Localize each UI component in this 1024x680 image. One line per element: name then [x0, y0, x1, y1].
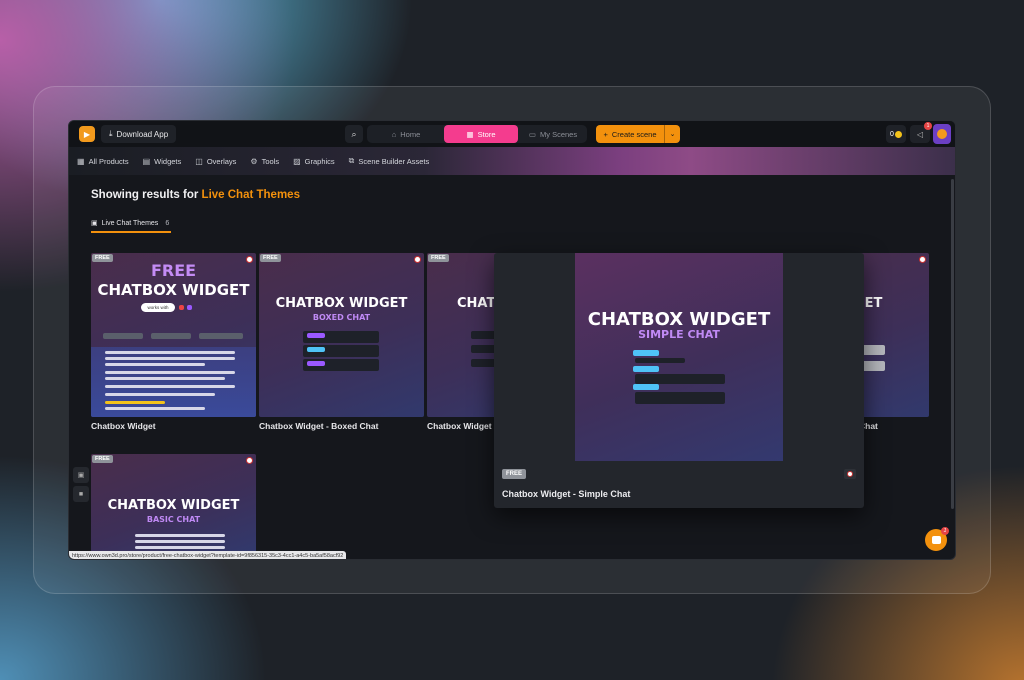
image-icon: ▨ — [293, 156, 301, 166]
chat-icon: ▣ — [91, 220, 98, 227]
scene-icon: ⧉ — [348, 156, 355, 165]
product-thumbnail: FREE FREE CHATBOX WIDGET works with — [91, 253, 256, 417]
chat-icon[interactable]: ▣ — [73, 467, 89, 483]
chat-bubble-icon — [931, 536, 941, 544]
results-heading: Showing results for Live Chat Themes — [91, 189, 300, 201]
avatar[interactable] — [933, 124, 951, 144]
product-thumbnail: FREE CHATBOX WIDGET BOXED CHAT — [259, 253, 424, 417]
category-scene-builder-assets[interactable]: ⧉ Scene Builder Assets — [349, 156, 430, 166]
store-icon: ▦ — [466, 129, 474, 139]
product-card[interactable]: FREE FREE CHATBOX WIDGET works with Chat… — [91, 253, 256, 431]
tab-my-scenes[interactable]: ▭ My Scenes — [522, 125, 584, 143]
works-with-pill: works with — [141, 303, 175, 312]
tab-store[interactable]: ▦ Store — [444, 125, 518, 143]
free-badge: FREE — [502, 469, 527, 479]
widget-icon: ▤ — [142, 156, 151, 166]
product-card[interactable]: FREE CHATBOX WIDGET BASIC CHAT — [91, 454, 256, 554]
filter-tab-live-chat-themes[interactable]: ▣ Live Chat Themes 6 — [91, 215, 172, 233]
free-badge: FREE — [92, 455, 113, 463]
main-nav: ⌂ Home ▦ Store ▭ My Scenes — [367, 125, 587, 143]
tab-home[interactable]: ⌂ Home — [371, 125, 441, 143]
download-icon: ⤓ — [109, 129, 113, 138]
product-thumbnail: FREE CHATBOX WIDGET BASIC CHAT — [91, 454, 256, 554]
search-icon: ⌕ — [351, 128, 357, 139]
flag-icon — [919, 256, 926, 263]
chat-badge: 1 — [941, 527, 949, 535]
notification-badge: 1 — [924, 122, 932, 130]
category-overlays[interactable]: ◫ Overlays — [195, 157, 236, 166]
product-title[interactable]: Chatbox Widget - Boxed Chat — [259, 421, 424, 431]
megaphone-icon: ◁ — [916, 129, 924, 139]
category-all-products[interactable]: ▦ All Products — [77, 157, 129, 166]
search-button[interactable]: ⌕ — [345, 125, 363, 143]
chevron-down-icon[interactable]: ⌄ — [664, 125, 680, 143]
free-badge: FREE — [428, 254, 449, 262]
preview-image: CHATBOX WIDGET SIMPLE CHAT — [575, 253, 783, 461]
overlay-icon: ◫ — [195, 156, 203, 166]
category-nav: ▦ All Products ▤ Widgets ◫ Overlays ⚙ Tools … — [69, 147, 955, 175]
token-balance[interactable]: 0 — [886, 125, 906, 143]
status-url: https://www.own3d.pro/store/product/free… — [69, 551, 347, 559]
flag-icon — [844, 469, 856, 479]
search-query: Live Chat Themes — [201, 189, 300, 201]
notifications-button[interactable]: ◁ 1 — [910, 122, 932, 143]
grid-icon: ▦ — [77, 156, 85, 166]
folder-icon: ▭ — [528, 129, 536, 139]
create-scene-button[interactable]: + Create scene ⌄ — [596, 125, 680, 143]
app-logo[interactable]: ▶ — [79, 126, 95, 142]
avatar-logo-icon — [937, 129, 947, 139]
download-app-button[interactable]: ⤓ Download App — [101, 125, 177, 143]
camera-icon[interactable]: ■ — [73, 486, 89, 502]
gear-icon: ⚙ — [250, 156, 258, 166]
free-badge: FREE — [260, 254, 281, 262]
product-card[interactable]: FREE CHATBOX WIDGET BOXED CHAT Chatbox W… — [259, 253, 424, 431]
app-window: ▶ ⤓ Download App ⌕ ⌂ Home ▦ Store ▭ My S… — [68, 120, 956, 560]
result-count: 6 — [165, 219, 170, 227]
coin-icon — [894, 130, 902, 138]
plus-icon: + — [603, 129, 608, 139]
side-buttons: ▣ ■ — [73, 467, 89, 505]
product-preview-popup[interactable]: CHATBOX WIDGET SIMPLE CHAT FREE Chatbox … — [494, 253, 864, 508]
home-icon: ⌂ — [391, 129, 397, 139]
category-tools[interactable]: ⚙ Tools — [250, 157, 279, 166]
preview-title[interactable]: Chatbox Widget - Simple Chat — [502, 489, 630, 499]
support-chat-button[interactable]: 1 — [925, 527, 949, 551]
flag-icon — [414, 256, 421, 263]
product-title[interactable]: Chat — [859, 421, 929, 431]
category-widgets[interactable]: ▤ Widgets — [143, 157, 182, 166]
top-bar: ▶ ⤓ Download App ⌕ ⌂ Home ▦ Store ▭ My S… — [69, 121, 955, 147]
flag-icon — [246, 457, 253, 464]
download-app-label: Download App — [116, 129, 169, 139]
category-graphics[interactable]: ▨ Graphics — [293, 157, 335, 166]
product-title[interactable]: Chatbox Widget — [91, 421, 256, 431]
scrollbar[interactable] — [951, 179, 954, 509]
